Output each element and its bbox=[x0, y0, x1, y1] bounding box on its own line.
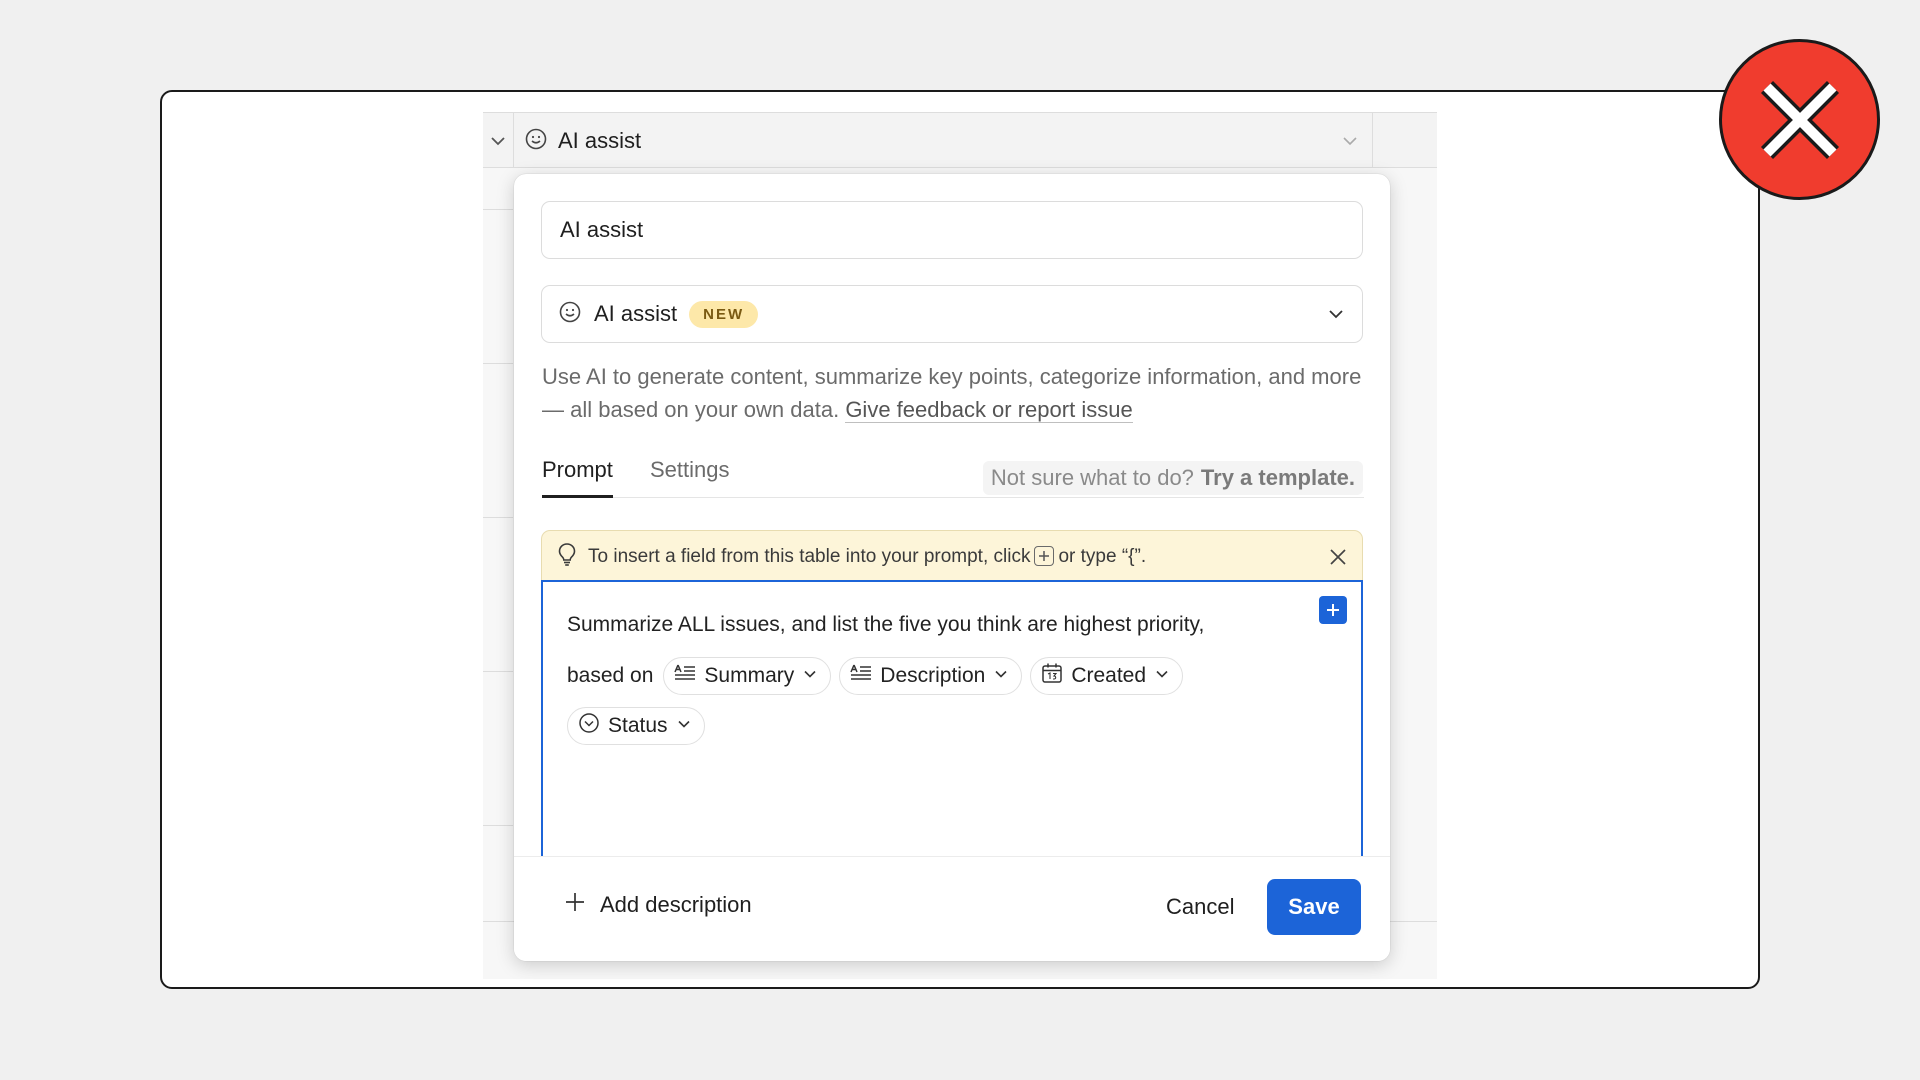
try-template-link[interactable]: Try a template. bbox=[1201, 465, 1355, 491]
chip-label: Status bbox=[608, 714, 668, 737]
prompt-text: Summarize ALL issues, and list the five … bbox=[567, 613, 1205, 636]
try-template-hint[interactable]: Not sure what to do? Try a template. bbox=[982, 461, 1363, 495]
reject-x-icon bbox=[1719, 39, 1880, 200]
add-description-label: Add description bbox=[600, 892, 752, 917]
chevron-down-icon bbox=[993, 664, 1009, 688]
feedback-link[interactable]: Give feedback or report issue bbox=[845, 397, 1133, 423]
column-header-ai-assist[interactable]: AI assist bbox=[524, 126, 641, 156]
column-divider bbox=[1372, 112, 1373, 168]
tip-text-before: To insert a field from this table into y… bbox=[588, 545, 1031, 567]
field-chip-created[interactable]: Created bbox=[1030, 657, 1184, 695]
popup-footer: Add description Cancel Save bbox=[514, 856, 1390, 961]
field-config-popup: AI assist NEW Use AI to generate content… bbox=[514, 174, 1390, 961]
add-description-button[interactable]: Add description bbox=[564, 891, 752, 919]
insert-field-tip: To insert a field from this table into y… bbox=[541, 530, 1363, 582]
calendar-icon bbox=[1041, 662, 1063, 690]
new-badge: NEW bbox=[689, 300, 759, 328]
column-divider bbox=[513, 112, 514, 168]
chevron-down-icon bbox=[676, 714, 692, 738]
tip-text: To insert a field from this table into y… bbox=[588, 546, 1146, 568]
row-divider bbox=[483, 209, 513, 210]
close-icon[interactable] bbox=[1328, 547, 1348, 567]
text-lines-icon bbox=[850, 664, 872, 688]
chip-label: Description bbox=[880, 664, 986, 687]
chevron-down-icon bbox=[1154, 664, 1170, 688]
cancel-button[interactable]: Cancel bbox=[1150, 879, 1250, 935]
prompt-field-chips: based on Summary Description Created bbox=[567, 657, 1337, 695]
column-header-label: AI assist bbox=[558, 128, 642, 153]
field-chip-summary[interactable]: Summary bbox=[663, 657, 832, 695]
field-type-label: AI assist bbox=[594, 301, 678, 326]
row-divider bbox=[483, 517, 513, 518]
field-chip-description[interactable]: Description bbox=[839, 657, 1023, 695]
insert-field-button[interactable] bbox=[1319, 596, 1347, 624]
smiley-icon bbox=[558, 300, 582, 329]
plus-square-icon bbox=[1034, 546, 1055, 567]
prompt-field-chips: Status bbox=[567, 707, 1337, 745]
tab-settings[interactable]: Settings bbox=[650, 457, 730, 498]
chip-label: Summary bbox=[704, 664, 795, 687]
chevron-down-icon[interactable] bbox=[1335, 126, 1365, 156]
chip-label: Created bbox=[1071, 664, 1147, 687]
template-hint-text: Not sure what to do? bbox=[990, 465, 1194, 490]
smiley-icon bbox=[524, 127, 548, 156]
plus-icon bbox=[564, 891, 586, 919]
prompt-based-on: based on bbox=[567, 664, 654, 687]
row-divider bbox=[483, 825, 513, 826]
field-name-input[interactable] bbox=[541, 201, 1363, 259]
field-chip-status[interactable]: Status bbox=[567, 707, 705, 745]
tab-prompt[interactable]: Prompt bbox=[542, 457, 613, 498]
field-description: Use AI to generate content, summarize ke… bbox=[542, 360, 1372, 426]
save-button[interactable]: Save bbox=[1267, 879, 1361, 935]
status-circle-icon bbox=[578, 712, 600, 740]
row-divider bbox=[483, 363, 513, 364]
text-lines-icon bbox=[674, 664, 696, 688]
chevron-down-icon[interactable] bbox=[483, 126, 513, 156]
tip-text-after: or type “{”. bbox=[1058, 545, 1147, 567]
prompt-editor[interactable]: Summarize ALL issues, and list the five … bbox=[541, 580, 1363, 880]
chevron-down-icon bbox=[802, 664, 818, 688]
chevron-down-icon bbox=[1326, 304, 1346, 324]
field-type-select[interactable]: AI assist NEW bbox=[541, 285, 1363, 343]
row-divider bbox=[483, 671, 513, 672]
lightbulb-icon bbox=[556, 542, 578, 572]
